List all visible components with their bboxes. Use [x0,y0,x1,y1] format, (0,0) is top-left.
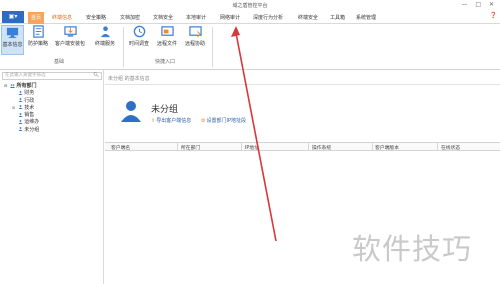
search-placeholder: 在此输入关键字筛选 [5,73,46,78]
tree-label: 销售 [24,112,35,119]
tree-label: 财务 [24,90,35,97]
basic-info-button[interactable]: 基本信息 [1,25,24,55]
terminal-service-button[interactable]: 终端服务 [90,25,120,55]
window-title: 域之盾管控平台 [232,3,268,9]
tree-label: 技术 [24,104,35,111]
help-icon[interactable]: ❓ [490,12,497,19]
user-icon [18,98,23,103]
user-icon [18,112,23,117]
tree-label: 未分组 [24,126,40,133]
column-header[interactable]: IP地址 [245,144,259,151]
column-header[interactable]: 所在部门 [181,144,200,151]
ip-settings-icon: ⚙ [201,118,206,124]
group-label-basic: 基础 [54,59,65,65]
ribbon: 基本信息 防护策略 客户端安装包 终端服务 时间调查 远程文件 远程协助 基础 … [0,24,500,70]
group-label-shortcuts: 快捷入口 [155,59,176,65]
search-input[interactable]: 在此输入关键字筛选 🔍︎ [2,72,102,80]
export-label: 导出客户端信息 [156,118,192,124]
time-survey-label: 时间调查 [128,41,149,47]
ribbon-separator [123,27,124,67]
protect-policy-icon [32,25,44,38]
basic-info-label: 基本信息 [2,42,23,48]
column-header[interactable]: 操作系统 [312,144,331,151]
tree-label: 所有部门 [16,83,37,89]
user-icon [18,120,23,124]
clock-icon [133,25,145,38]
collapse-icon[interactable]: ⊟ [4,83,8,88]
column-header[interactable]: 在线状态 [441,144,460,151]
protect-policy-label: 防护策略 [27,41,48,47]
tab-toolbox[interactable]: 工具箱 [330,13,345,23]
tree-node[interactable]: 行政 [4,97,39,104]
terminal-service-icon [100,26,110,38]
tree-node[interactable]: 运维办 [4,118,39,125]
group-avatar-icon [121,101,141,122]
ip-settings-label: 设置部门IP地址段 [206,118,246,124]
tab-terminal-info[interactable]: 终端信息 [52,13,72,23]
user-icon [18,105,23,110]
remote-assist-button[interactable]: 远程协助 [182,25,208,55]
client-package-button[interactable]: 客户端安装包 [52,25,88,55]
tab-doc-encrypt[interactable]: 文档加密 [120,13,140,23]
export-icon: ⇪ [151,118,156,124]
tree-label: 运维办 [24,119,40,126]
group-title: 未分组 [151,105,179,115]
expand-icon[interactable]: ⊞ [12,105,16,110]
remote-file-label: 远程文件 [156,41,177,47]
department-sidebar: 在此输入关键字筛选 🔍︎ ⊟ 所有部门 财务 行政 ⊞ 技术 销售 运维办 未分… [0,70,104,284]
tab-security-policy[interactable]: 安全策略 [86,13,106,23]
window-controls[interactable]: — □ ✕ [461,1,497,8]
search-icon[interactable]: 🔍︎ [93,73,99,79]
remote-assist-label: 远程协助 [184,41,205,47]
column-header[interactable]: 客户端版本 [375,144,399,151]
menu-bar: ▣▾ 首页 终端信息 安全策略 文档加密 文档安全 本地审计 网络审计 深度行为… [0,10,500,24]
title-bar: 域之盾管控平台 — □ ✕ [0,0,500,10]
tab-home[interactable]: 首页 [28,12,45,24]
ribbon-separator [212,27,213,67]
terminal-service-label: 终端服务 [94,41,115,47]
column-header[interactable]: 客户端名 [111,144,130,151]
set-ip-range-link[interactable]: ⚙设置部门IP地址段 [201,117,246,124]
protect-policy-button[interactable]: 防护策略 [26,25,50,55]
client-package-label: 客户端安装包 [54,41,85,47]
tree-node[interactable]: 销售 [4,111,39,118]
tree-node[interactable]: 财务 [4,89,39,96]
department-tree: ⊟ 所有部门 财务 行政 ⊞ 技术 销售 运维办 未分组 [4,82,39,133]
tab-doc-security[interactable]: 文档安全 [153,13,173,23]
remote-assist-icon [188,26,202,38]
watermark-text: 软件技巧 [352,232,473,266]
divider [105,84,500,85]
user-icon [18,90,23,95]
tree-node[interactable]: 未分组 [4,126,39,133]
tab-network-audit[interactable]: 网络审计 [220,13,240,23]
tab-behavior-analysis[interactable]: 深度行为分析 [253,13,283,23]
tree-node-root[interactable]: ⊟ 所有部门 [4,82,39,89]
terminal-info-icon [6,27,19,39]
export-client-info-link[interactable]: ⇪导出客户端信息 [151,117,191,124]
menu-icon[interactable]: ▣▾ [2,11,24,23]
client-package-icon [63,26,77,37]
group-icon [9,83,15,88]
remote-file-button[interactable]: 远程文件 [154,25,180,55]
remote-file-icon [160,26,174,36]
client-table-header: 客户端名 所在部门 IP地址 操作系统 客户端版本 在线状态 [105,142,500,151]
tab-terminal-security[interactable]: 终端安全 [298,13,318,23]
tree-node[interactable]: ⊞ 技术 [4,104,39,111]
tab-local-audit[interactable]: 本地审计 [186,13,206,23]
tab-system-admin[interactable]: 系统管理 [356,13,376,23]
tree-label: 行政 [24,97,35,104]
breadcrumb: 未分组 的基本信息 [108,76,150,82]
time-survey-button[interactable]: 时间调查 [126,25,152,55]
user-icon [18,127,23,132]
